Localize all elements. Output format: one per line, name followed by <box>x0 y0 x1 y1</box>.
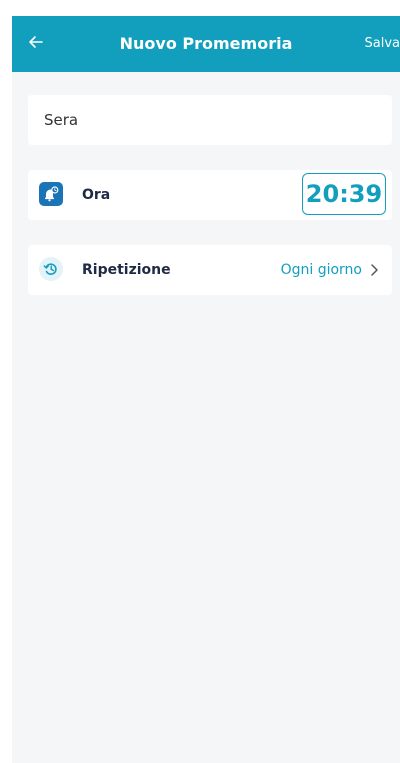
time-row: Ora 20:39 <box>28 170 392 220</box>
page-title: Nuovo Promemoria <box>119 34 293 53</box>
repeat-value: Ogni giorno <box>280 262 362 278</box>
repeat-label: Ripetizione <box>82 262 171 278</box>
repeat-history-icon <box>39 257 63 281</box>
time-picker[interactable]: 20:39 <box>302 173 386 215</box>
reminder-name-card <box>28 95 392 145</box>
chevron-right-icon <box>368 262 382 278</box>
reminder-name-input[interactable] <box>44 95 374 145</box>
save-button[interactable]: Salva <box>365 16 400 72</box>
arrow-left-icon <box>28 34 44 54</box>
time-label: Ora <box>82 187 111 203</box>
alarm-bell-icon <box>39 182 63 206</box>
reminder-screen: Nuovo Promemoria Salva Ora 20:39 Ripet <box>0 0 400 763</box>
top-app-bar: Nuovo Promemoria Salva <box>12 16 400 72</box>
repeat-row[interactable]: Ripetizione Ogni giorno <box>28 245 392 295</box>
back-button[interactable] <box>20 28 52 60</box>
